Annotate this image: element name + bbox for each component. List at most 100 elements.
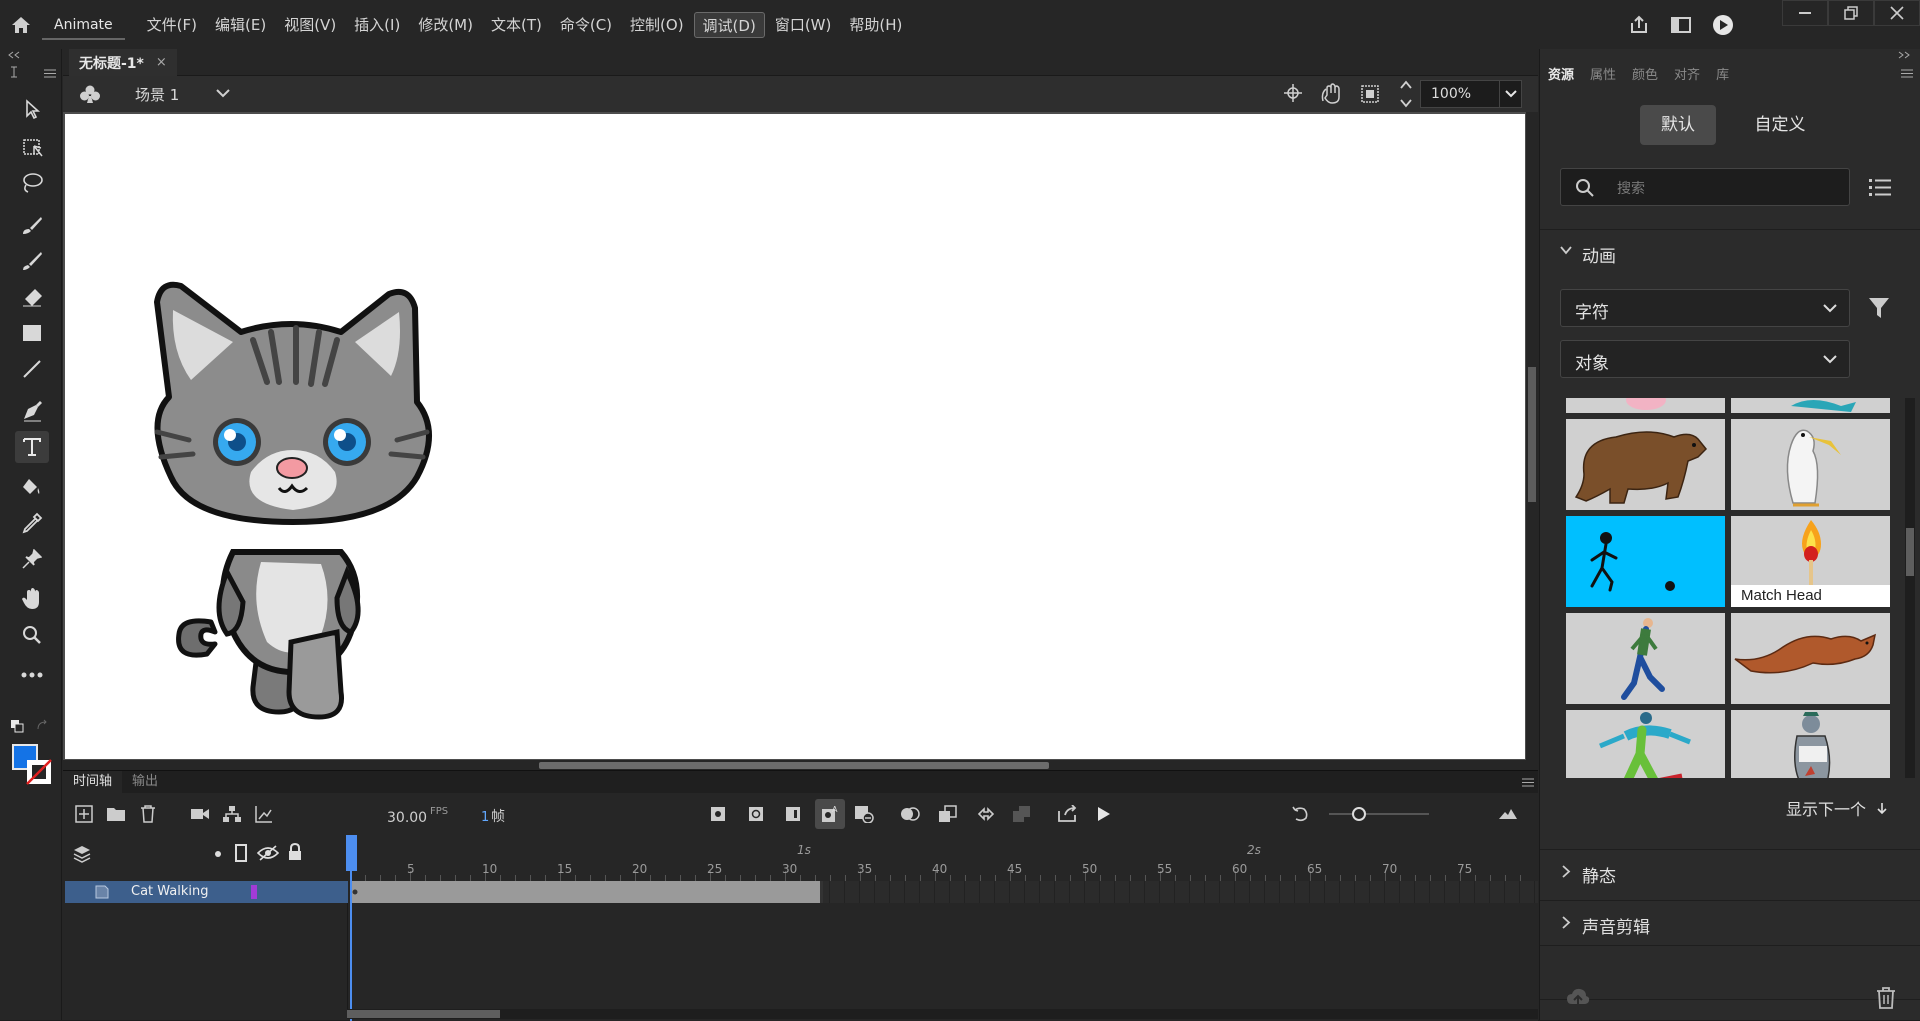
menu-window[interactable]: 窗口(W) — [767, 12, 840, 38]
panel-collapse-icon[interactable] — [1898, 51, 1910, 59]
asset-thumb-fish[interactable] — [1731, 398, 1890, 413]
outline-layers-icon[interactable] — [235, 844, 247, 862]
brush-tool-icon[interactable] — [15, 245, 49, 277]
stage-vertical-scrollbar[interactable] — [1526, 112, 1538, 770]
center-stage-icon[interactable] — [1284, 84, 1302, 102]
scene-dropdown-icon[interactable] — [216, 89, 230, 98]
home-icon[interactable] — [0, 0, 42, 49]
swap-colors-icon[interactable] — [36, 719, 50, 733]
tab-properties[interactable]: 属性 — [1582, 64, 1624, 83]
reset-zoom-icon[interactable] — [1289, 803, 1311, 825]
menu-insert[interactable]: 插入(I) — [346, 12, 408, 38]
camera-icon[interactable] — [189, 803, 211, 825]
filter-icon[interactable] — [1868, 297, 1890, 319]
asset-thumb-bear[interactable] — [1566, 419, 1725, 510]
assets-menu-icon[interactable] — [1901, 69, 1913, 78]
asset-thumb-match-head[interactable]: Match Head — [1731, 516, 1890, 607]
timeline-horizontal-scrollbar[interactable] — [347, 1009, 1538, 1019]
stage-horizontal-scrollbar[interactable] — [63, 760, 1526, 770]
text-tool-icon[interactable] — [15, 431, 49, 463]
menu-debug[interactable]: 调试(D) — [693, 11, 765, 38]
segment-default[interactable]: 默认 — [1640, 105, 1716, 145]
fps-value[interactable]: 30.00 — [387, 810, 427, 826]
layer-row[interactable]: Cat Walking — [65, 881, 348, 903]
zoom-dropdown-icon[interactable] — [1500, 80, 1522, 108]
eyedropper-tool-icon[interactable] — [15, 507, 49, 539]
minimize-icon[interactable] — [1782, 0, 1828, 26]
asset-thumb-pigeon[interactable] — [1731, 710, 1890, 778]
default-colors-icon[interactable] — [10, 719, 24, 733]
category-dropdown[interactable]: 字符 — [1560, 289, 1850, 327]
free-transform-tool-icon[interactable] — [15, 131, 49, 163]
show-next-button[interactable]: 显示下一个 — [1786, 796, 1887, 820]
graph-icon[interactable] — [253, 803, 275, 825]
frame-ruler[interactable]: 5 10 15 20 25 30 35 40 45 50 55 60 65 70 75 1s 2s — [350, 835, 1538, 881]
delete-frame-icon[interactable] — [853, 803, 875, 825]
stage-canvas[interactable] — [65, 114, 1525, 759]
trash-icon[interactable] — [1876, 987, 1896, 1009]
export-icon[interactable] — [1057, 803, 1079, 825]
line-tool-icon[interactable] — [15, 353, 49, 385]
menu-edit[interactable]: 编辑(E) — [207, 12, 274, 38]
hide-layers-icon[interactable] — [257, 845, 279, 861]
zoom-input[interactable]: 100% — [1420, 80, 1500, 108]
tab-color[interactable]: 颜色 — [1624, 64, 1666, 83]
collapse-icon[interactable] — [8, 51, 20, 59]
menu-help[interactable]: 帮助(H) — [841, 12, 910, 38]
layer-frames[interactable] — [350, 881, 1538, 903]
zoom-tool-icon[interactable] — [15, 619, 49, 651]
frame-span[interactable] — [350, 881, 823, 903]
tools-menu-icon[interactable] — [44, 69, 56, 78]
restore-icon[interactable] — [1828, 0, 1874, 26]
menu-file[interactable]: 文件(F) — [139, 12, 205, 38]
asset-thumb-pig[interactable] — [1566, 398, 1725, 413]
menu-text[interactable]: 文本(T) — [483, 12, 550, 38]
clip-content-icon[interactable] — [1360, 84, 1380, 104]
fill-color-swatch[interactable] — [26, 759, 52, 785]
highlight-layers-icon[interactable] — [215, 851, 221, 857]
timeline-menu-icon[interactable] — [1522, 778, 1534, 787]
insert-frame-icon[interactable] — [782, 803, 804, 825]
assets-search[interactable]: 搜索 — [1560, 168, 1850, 206]
menu-view[interactable]: 视图(V) — [276, 12, 344, 38]
more-tools-icon[interactable] — [15, 659, 49, 691]
tab-assets[interactable]: 资源 — [1540, 64, 1582, 83]
doc-tab[interactable]: 无标题-1* × — [69, 49, 177, 76]
asset-thumb-squirrel[interactable] — [1731, 613, 1890, 704]
current-frame-value[interactable]: 1 — [481, 810, 489, 825]
tab-output[interactable]: 输出 — [122, 771, 168, 793]
new-layer-icon[interactable] — [73, 803, 95, 825]
layer-name[interactable]: Cat Walking — [131, 884, 209, 899]
workspace-icon[interactable] — [1660, 0, 1702, 49]
section-sound-clips[interactable]: 声音剪辑 — [1540, 900, 1920, 946]
segment-custom[interactable]: 自定义 — [1732, 105, 1828, 145]
close-tab-icon[interactable]: × — [156, 55, 167, 70]
tab-align[interactable]: 对齐 — [1666, 64, 1708, 83]
pen-tool-icon[interactable] — [15, 395, 49, 427]
timeline-zoom-slider[interactable] — [1329, 807, 1429, 821]
hand-tool-icon[interactable] — [15, 583, 49, 615]
zoom-stepper-icon[interactable] — [1399, 79, 1413, 109]
scene-icon[interactable] — [79, 84, 101, 104]
tab-timeline[interactable]: 时间轴 — [63, 771, 123, 793]
rotation-tool-icon[interactable] — [1321, 83, 1343, 105]
insert-blank-keyframe-icon[interactable] — [745, 803, 767, 825]
paint-bucket-tool-icon[interactable] — [15, 471, 49, 503]
asset-thumb-snowboarder[interactable] — [1566, 710, 1725, 778]
menu-commands[interactable]: 命令(C) — [552, 12, 620, 38]
edit-multiple-frames-icon[interactable] — [937, 803, 959, 825]
keyframe-marker[interactable] — [352, 889, 358, 895]
expand-timeline-icon[interactable] — [1497, 803, 1519, 825]
upload-cloud-icon[interactable] — [1566, 987, 1590, 1009]
share-icon[interactable] — [1618, 0, 1660, 49]
play-timeline-icon[interactable] — [1093, 803, 1115, 825]
asset-grid-scrollbar[interactable] — [1905, 398, 1915, 778]
layer-parenting-icon[interactable] — [221, 803, 243, 825]
playhead[interactable] — [346, 835, 357, 1021]
layers-icon[interactable] — [73, 845, 91, 863]
timeline-zoom-thumb[interactable] — [1352, 807, 1366, 821]
onion-skin-icon[interactable] — [899, 803, 921, 825]
list-view-icon[interactable] — [1869, 177, 1891, 197]
pin-tool-icon[interactable] — [15, 543, 49, 575]
paint-brush-tool-icon[interactable] — [15, 209, 49, 241]
